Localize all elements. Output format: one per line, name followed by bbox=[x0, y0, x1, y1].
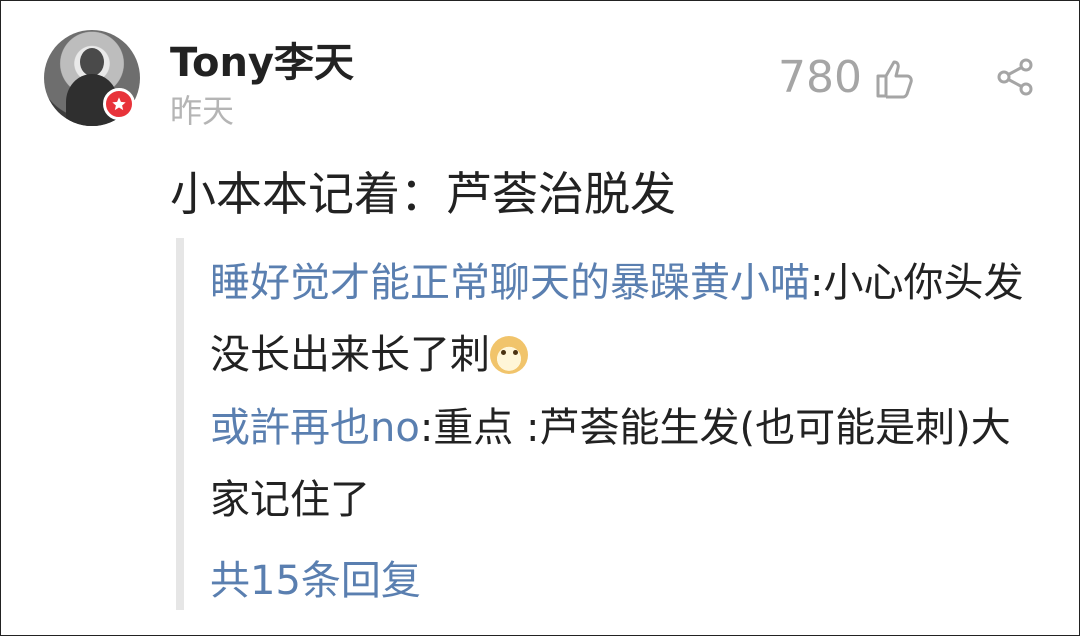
reply-item[interactable]: 或許再也no:重点 :芦荟能生发(也可能是刺)大家记住了 bbox=[210, 392, 1040, 536]
doge-emoji-icon bbox=[490, 336, 528, 374]
share-icon[interactable] bbox=[994, 56, 1036, 98]
thumbs-up-icon[interactable] bbox=[872, 56, 916, 100]
like-count: 780 bbox=[778, 52, 862, 103]
more-replies-link[interactable]: 共15条回复 bbox=[210, 548, 421, 606]
post-time: 昨天 bbox=[170, 92, 235, 130]
avatar-head bbox=[80, 48, 104, 76]
replies-divider bbox=[176, 238, 184, 610]
star-badge-icon bbox=[103, 88, 135, 120]
reply-item[interactable]: 睡好觉才能正常聊天的暴躁黄小喵:小心你头发没长出来长了刺 bbox=[210, 247, 1040, 391]
reply-author[interactable]: 或許再也no bbox=[210, 405, 420, 451]
comment-text: 小本本记着：芦荟治脱发 bbox=[170, 167, 676, 221]
reply-author[interactable]: 睡好觉才能正常聊天的暴躁黄小喵 bbox=[210, 260, 810, 306]
username[interactable]: Tony李天 bbox=[170, 30, 354, 88]
